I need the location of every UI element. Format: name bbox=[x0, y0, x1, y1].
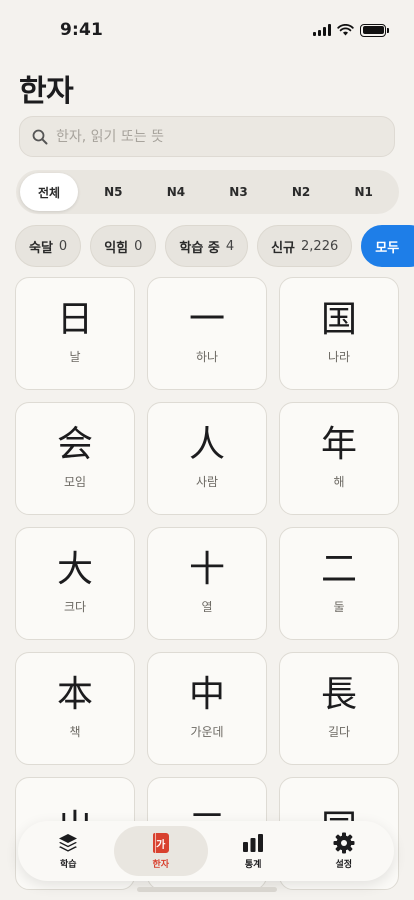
filter-chip-familiar[interactable]: 익힘 0 bbox=[90, 225, 157, 267]
kanji-meaning: 길다 bbox=[327, 725, 351, 739]
level-tab-n1[interactable]: N1 bbox=[332, 173, 395, 211]
filter-chip-label: 모두 bbox=[375, 240, 400, 256]
search-bar[interactable] bbox=[19, 116, 395, 157]
kanji-character: 十 bbox=[188, 549, 225, 590]
kanji-character: 国 bbox=[320, 299, 357, 340]
kanji-card[interactable]: 二 둘 bbox=[279, 527, 399, 640]
status-icons bbox=[313, 23, 389, 37]
kanji-character: 会 bbox=[56, 424, 93, 465]
filter-chip-mastered[interactable]: 숙달 0 bbox=[15, 225, 82, 267]
status-bar: 9:41 bbox=[0, 0, 414, 60]
tab-label: 학습 bbox=[60, 860, 77, 870]
tab-bar: 학습 가 한자 통계 설정 bbox=[18, 821, 394, 881]
kanji-card[interactable]: 国 나라 bbox=[279, 277, 399, 390]
tab-kanji[interactable]: 가 한자 bbox=[113, 826, 208, 876]
bar-chart-icon bbox=[241, 832, 265, 854]
tab-settings[interactable]: 설정 bbox=[298, 826, 389, 876]
signal-icon bbox=[313, 24, 331, 36]
filter-chip-count: 2,226 bbox=[301, 238, 339, 254]
kanji-card[interactable]: 長 길다 bbox=[279, 652, 399, 765]
filter-chip-count: 0 bbox=[134, 238, 143, 254]
kanji-character: 長 bbox=[320, 674, 357, 715]
filter-chip-new[interactable]: 신규 2,226 bbox=[257, 225, 353, 267]
kanji-character: 二 bbox=[320, 549, 357, 590]
book-glyph: 가 bbox=[152, 833, 169, 853]
kanji-character: 一 bbox=[188, 299, 225, 340]
battery-icon bbox=[360, 23, 389, 37]
kanji-character: 中 bbox=[188, 674, 225, 715]
filter-chips: 숙달 0 익힘 0 학습 중 4 신규 2,226 모두 bbox=[15, 225, 414, 267]
kanji-meaning: 둘 bbox=[333, 600, 345, 614]
kanji-meaning: 해 bbox=[333, 475, 345, 489]
level-tab-n2[interactable]: N2 bbox=[270, 173, 333, 211]
kanji-character: 大 bbox=[56, 549, 93, 590]
search-input[interactable] bbox=[56, 128, 356, 145]
status-time: 9:41 bbox=[60, 20, 104, 40]
kanji-grid: 日 날 一 하나 国 나라 会 모임 人 사람 年 해 大 크다 十 열 二 둘… bbox=[15, 277, 399, 890]
search-icon bbox=[32, 129, 48, 144]
kanji-character: 人 bbox=[188, 424, 225, 465]
kanji-card[interactable]: 日 날 bbox=[15, 277, 135, 390]
level-tab-all[interactable]: 전체 bbox=[20, 173, 78, 211]
tab-study[interactable]: 학습 bbox=[23, 826, 114, 876]
kanji-card[interactable]: 一 하나 bbox=[147, 277, 267, 390]
kanji-character: 本 bbox=[56, 674, 93, 715]
level-tab-n3[interactable]: N3 bbox=[207, 173, 270, 211]
layers-icon bbox=[57, 832, 79, 854]
tab-stats[interactable]: 통계 bbox=[208, 826, 299, 876]
kanji-card[interactable]: 十 열 bbox=[147, 527, 267, 640]
kanji-meaning: 책 bbox=[69, 725, 81, 739]
kanji-character: 年 bbox=[320, 424, 357, 465]
filter-chip-count: 4 bbox=[225, 238, 235, 254]
level-tab-n5[interactable]: N5 bbox=[82, 173, 145, 211]
book-icon: 가 bbox=[152, 832, 169, 854]
kanji-card[interactable]: 会 모임 bbox=[15, 402, 135, 515]
wifi-icon bbox=[337, 24, 354, 36]
level-tab-n4[interactable]: N4 bbox=[145, 173, 208, 211]
kanji-meaning: 나라 bbox=[327, 350, 351, 364]
kanji-card[interactable]: 本 책 bbox=[15, 652, 135, 765]
kanji-card[interactable]: 中 가운데 bbox=[147, 652, 267, 765]
tab-label: 통계 bbox=[244, 860, 262, 870]
kanji-card[interactable]: 大 크다 bbox=[15, 527, 135, 640]
page-title: 한자 bbox=[19, 74, 74, 109]
kanji-card[interactable]: 人 사람 bbox=[147, 402, 267, 515]
filter-chip-label: 숙달 bbox=[29, 240, 53, 256]
filter-chip-all[interactable]: 모두 bbox=[361, 225, 414, 267]
filter-chip-learning[interactable]: 학습 중 4 bbox=[165, 225, 249, 267]
filter-chip-count: 0 bbox=[58, 238, 68, 254]
kanji-meaning: 열 bbox=[201, 600, 213, 614]
kanji-meaning: 날 bbox=[69, 350, 81, 364]
level-segmented-control: 전체 N5 N4 N3 N2 N1 bbox=[16, 170, 399, 214]
filter-chip-label: 익힘 bbox=[104, 240, 129, 256]
kanji-card[interactable]: 年 해 bbox=[279, 402, 399, 515]
kanji-meaning: 가운데 bbox=[190, 725, 224, 739]
kanji-meaning: 크다 bbox=[63, 600, 87, 614]
kanji-character: 日 bbox=[56, 299, 93, 340]
kanji-meaning: 사람 bbox=[195, 475, 219, 489]
tab-label: 한자 bbox=[152, 860, 169, 870]
home-indicator bbox=[137, 887, 277, 892]
filter-chip-label: 신규 bbox=[271, 240, 296, 256]
kanji-meaning: 하나 bbox=[195, 350, 219, 364]
tab-label: 설정 bbox=[335, 860, 353, 870]
gear-icon bbox=[333, 832, 355, 854]
filter-chip-label: 학습 중 bbox=[179, 240, 220, 256]
kanji-meaning: 모임 bbox=[63, 475, 87, 489]
